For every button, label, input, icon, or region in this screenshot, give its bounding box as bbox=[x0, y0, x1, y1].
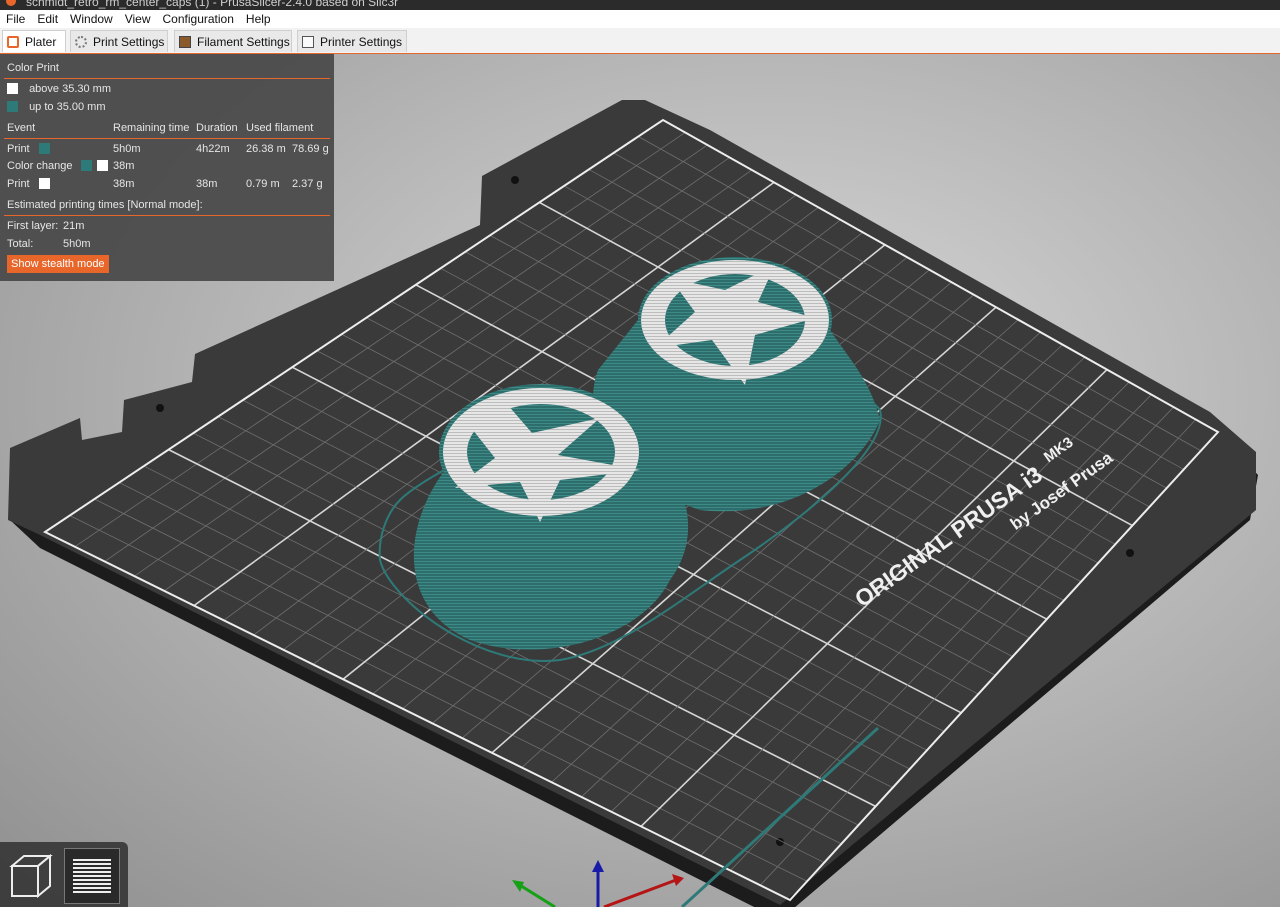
table-row-event: Print bbox=[7, 143, 50, 155]
gear-icon bbox=[75, 35, 87, 48]
filament-spool-icon bbox=[179, 35, 191, 48]
layer-line bbox=[73, 891, 111, 893]
menu-bar: File Edit Window View Configuration Help bbox=[0, 10, 1280, 28]
header-used-filament: Used filament bbox=[246, 122, 314, 134]
window-title: schmidt_retro_rm_center_caps (1) - Prusa… bbox=[26, 0, 399, 9]
color-swatch-teal bbox=[80, 160, 92, 171]
layer-line bbox=[73, 875, 111, 877]
total-value: 5h0m bbox=[63, 238, 91, 250]
layer-line bbox=[73, 871, 111, 873]
legend-item: up to 35.00 mm bbox=[7, 101, 106, 113]
header-event: Event bbox=[7, 122, 36, 134]
tab-plater-label: Plater bbox=[25, 34, 57, 49]
table-cell-remaining: 38m bbox=[113, 178, 135, 190]
preview-button[interactable] bbox=[64, 848, 120, 904]
color-swatch-white bbox=[7, 83, 18, 94]
panel-title: Color Print bbox=[7, 62, 59, 74]
table-cell-weight: 2.37 g bbox=[292, 178, 323, 190]
table-cell-remaining: 38m bbox=[113, 160, 135, 172]
table-cell-remaining: 5h0m bbox=[113, 143, 141, 155]
menu-window[interactable]: Window bbox=[64, 12, 119, 26]
color-swatch-white bbox=[38, 178, 50, 189]
color-swatch-teal bbox=[38, 143, 50, 154]
layer-line bbox=[73, 859, 111, 861]
3d-view-button[interactable] bbox=[4, 848, 60, 904]
table-cell-weight: 78.69 g bbox=[292, 143, 329, 155]
tab-printer-settings[interactable]: Printer Settings bbox=[297, 30, 407, 52]
layer-line bbox=[73, 887, 111, 889]
prusaslicer-logo-icon bbox=[6, 0, 16, 6]
3d-view-icon bbox=[9, 853, 53, 899]
header-remaining-time: Remaining time bbox=[113, 122, 190, 134]
first-layer-label: First layer: bbox=[7, 220, 59, 232]
preview-layers-icon bbox=[73, 859, 111, 893]
color-swatch-white bbox=[96, 160, 108, 171]
table-cell-duration: 4h22m bbox=[196, 143, 230, 155]
menu-file[interactable]: File bbox=[0, 12, 31, 26]
menu-help[interactable]: Help bbox=[240, 12, 277, 26]
tab-print-settings[interactable]: Print Settings bbox=[70, 30, 168, 52]
title-bar: schmidt_retro_rm_center_caps (1) - Prusa… bbox=[0, 0, 1280, 10]
menu-configuration[interactable]: Configuration bbox=[157, 12, 240, 26]
view-mode-toolbar bbox=[0, 842, 128, 907]
tab-print-settings-label: Print Settings bbox=[93, 34, 165, 49]
first-layer-value: 21m bbox=[63, 220, 85, 232]
plater-icon bbox=[7, 35, 19, 48]
layer-line bbox=[73, 883, 111, 885]
layer-line bbox=[73, 879, 111, 881]
estimated-times-title: Estimated printing times [Normal mode]: bbox=[7, 199, 203, 211]
axes-gizmo bbox=[512, 860, 684, 907]
table-row-event: Color change bbox=[7, 160, 108, 172]
menu-view[interactable]: View bbox=[119, 12, 157, 26]
layer-line bbox=[73, 863, 111, 865]
tab-plater[interactable]: Plater bbox=[2, 30, 66, 52]
tab-printer-settings-label: Printer Settings bbox=[320, 34, 403, 49]
menu-edit[interactable]: Edit bbox=[31, 12, 64, 26]
layer-line bbox=[73, 867, 111, 869]
total-label: Total: bbox=[7, 238, 34, 250]
table-row-event: Print bbox=[7, 178, 50, 190]
table-cell-duration: 38m bbox=[196, 178, 218, 190]
tab-filament-settings[interactable]: Filament Settings bbox=[174, 30, 292, 52]
color-print-panel: Color Print above 35.30 mm up to 35.00 m… bbox=[0, 54, 334, 281]
table-cell-length: 0.79 m bbox=[246, 178, 280, 190]
printer-icon bbox=[302, 35, 314, 48]
table-cell-length: 26.38 m bbox=[246, 143, 286, 155]
legend-item: above 35.30 mm bbox=[7, 83, 111, 95]
tab-bar: Plater Print Settings Filament Settings … bbox=[0, 28, 1280, 54]
tab-filament-settings-label: Filament Settings bbox=[197, 34, 290, 49]
color-swatch-teal bbox=[7, 101, 18, 112]
show-stealth-mode-button[interactable]: Show stealth mode bbox=[7, 255, 109, 273]
header-duration: Duration bbox=[196, 122, 238, 134]
